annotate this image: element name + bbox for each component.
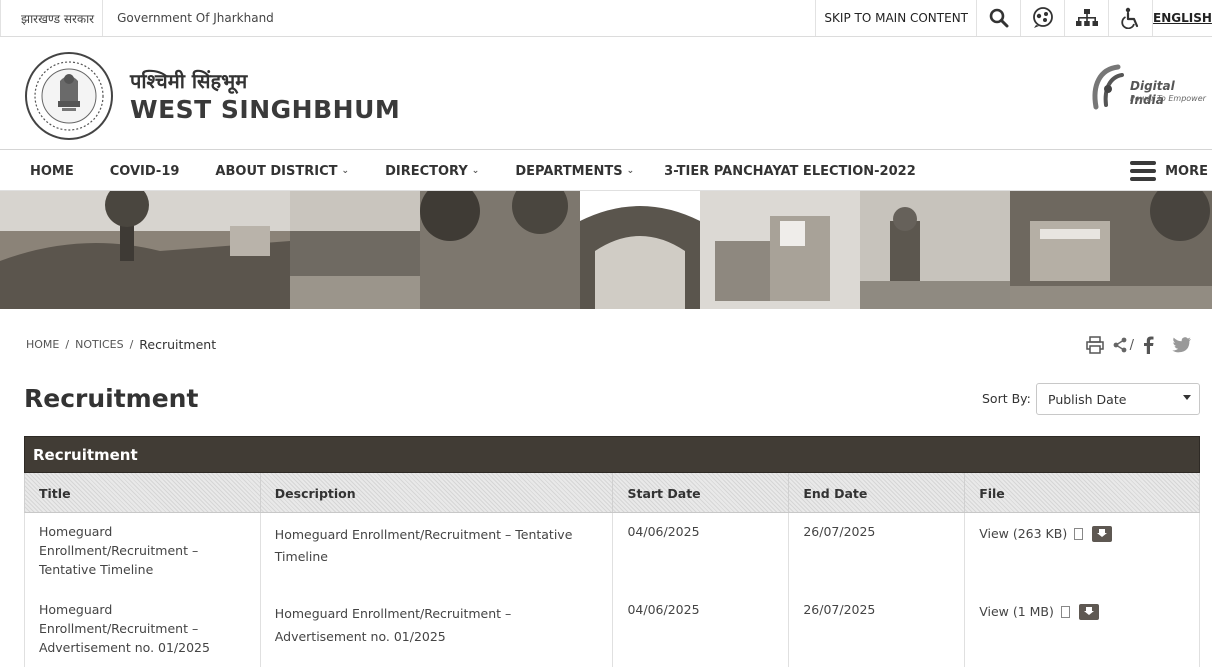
nav-item-label: HOME xyxy=(30,163,74,179)
govt-hindi-link[interactable]: झारखण्ड सरकार xyxy=(0,0,104,36)
view-file-link[interactable]: View (263 KB) xyxy=(979,524,1067,543)
sitemap-button[interactable] xyxy=(1064,0,1108,36)
page-title: Recruitment xyxy=(24,384,199,413)
digital-india-mark-icon xyxy=(1092,64,1124,110)
nav-item-label: ABOUT DISTRICT xyxy=(215,163,338,179)
nav-item-label: COVID-19 xyxy=(109,163,180,179)
digital-india-logo[interactable]: Digital India Power To Empower xyxy=(1088,63,1210,113)
view-file-link[interactable]: View (1 MB) xyxy=(979,602,1054,621)
search-icon xyxy=(989,8,1008,28)
digital-india-tagline: Power To Empower xyxy=(1130,94,1206,103)
cell-start-date: 04/06/2025 xyxy=(613,591,790,667)
sort-by-value: Publish Date xyxy=(1048,392,1127,407)
hamburger-icon xyxy=(1130,161,1157,181)
column-header-start-date: Start Date xyxy=(613,473,790,512)
district-title-english[interactable]: WEST SINGHBHUM xyxy=(130,95,400,124)
site-header: पश्चिमी सिंहभूम WEST SINGHBHUM Digital I… xyxy=(0,37,1212,150)
cell-file: View (263 KB) xyxy=(965,513,1200,591)
nav-item-covid-19[interactable]: COVID-19 xyxy=(92,151,198,191)
sort-by-label: Sort By: xyxy=(982,391,1031,406)
table-row: Homeguard Enrollment/Recruitment – Tenta… xyxy=(24,513,1200,591)
more-menu-button[interactable]: MORE xyxy=(1130,151,1208,191)
breadcrumb-separator: / xyxy=(65,338,70,351)
cell-title: Homeguard Enrollment/Recruitment – Tenta… xyxy=(25,513,261,591)
district-photo-banner xyxy=(0,191,1212,309)
nav-item-label: DEPARTMENTS xyxy=(515,163,623,179)
language-toggle[interactable]: ENGLISH xyxy=(1152,0,1212,36)
skip-to-main-content-link[interactable]: SKIP TO MAIN CONTENT xyxy=(815,0,976,36)
social-media-button[interactable] xyxy=(1020,0,1064,36)
cell-description: Homeguard Enrollment/Recruitment – Tenta… xyxy=(261,513,614,591)
cell-end-date: 26/07/2025 xyxy=(789,591,966,667)
cell-title: Homeguard Enrollment/Recruitment – Adver… xyxy=(25,591,261,667)
breadcrumb: HOME / NOTICES / Recruitment xyxy=(26,337,216,352)
sort-by-select[interactable]: Publish Date xyxy=(1036,383,1200,415)
table-header-row: Title Description Start Date End Date Fi… xyxy=(24,473,1200,513)
more-label: MORE xyxy=(1165,163,1208,179)
nav-item-home[interactable]: HOME xyxy=(12,151,92,191)
column-header-file: File xyxy=(965,473,1200,512)
govt-english-link[interactable]: Government Of Jharkhand xyxy=(103,0,282,36)
share-separator: / xyxy=(1129,337,1134,353)
print-icon[interactable] xyxy=(1085,336,1104,354)
download-icon[interactable] xyxy=(1078,603,1099,620)
breadcrumb-home-link[interactable]: HOME xyxy=(26,338,59,351)
recruitment-table: Recruitment Title Description Start Date… xyxy=(24,436,1200,667)
chevron-down-icon: ⌄ xyxy=(471,166,480,176)
facebook-icon[interactable] xyxy=(1142,336,1154,354)
accessibility-button[interactable] xyxy=(1108,0,1152,36)
nav-item-directory[interactable]: DIRECTORY ⌄ xyxy=(367,151,497,191)
nav-item-label: DIRECTORY xyxy=(385,163,468,179)
chevron-down-icon: ⌄ xyxy=(626,166,635,176)
social-media-icon xyxy=(1032,7,1053,28)
pdf-icon xyxy=(1074,527,1084,540)
column-header-title: Title xyxy=(25,473,261,512)
nav-item-departments[interactable]: DEPARTMENTS ⌄ xyxy=(497,151,652,191)
column-header-description: Description xyxy=(261,473,614,512)
top-utility-bar: झारखण्ड सरकार Government Of Jharkhand SK… xyxy=(0,0,1212,37)
accessibility-icon xyxy=(1120,7,1138,29)
table-caption: Recruitment xyxy=(24,436,1200,473)
search-button[interactable] xyxy=(976,0,1020,36)
sitemap-icon xyxy=(1075,9,1098,26)
breadcrumb-separator: / xyxy=(129,338,134,351)
download-icon[interactable] xyxy=(1092,525,1113,542)
caret-down-icon xyxy=(1183,395,1191,400)
nav-item-about-district[interactable]: ABOUT DISTRICT ⌄ xyxy=(197,151,367,191)
nav-item-label: 3-TIER PANCHAYAT ELECTION-2022 xyxy=(664,163,916,179)
district-title-hindi: पश्चिमी सिंहभूम xyxy=(130,69,248,93)
pdf-icon xyxy=(1060,605,1070,618)
breadcrumb-notices-link[interactable]: NOTICES xyxy=(75,338,123,351)
share-tools: / xyxy=(1085,336,1192,354)
government-labels: झारखण्ड सरकार Government Of Jharkhand xyxy=(0,0,282,36)
file-group: View (1 MB) xyxy=(979,602,1185,621)
breadcrumb-current: Recruitment xyxy=(139,337,217,352)
file-group: View (263 KB) xyxy=(979,524,1185,543)
share-icon[interactable] xyxy=(1112,337,1128,353)
cell-file: View (1 MB) xyxy=(965,591,1200,667)
cell-end-date: 26/07/2025 xyxy=(789,513,966,591)
cell-start-date: 04/06/2025 xyxy=(613,513,790,591)
main-navigation: HOME COVID-19 ABOUT DISTRICT ⌄ DIRECTORY ⌄… xyxy=(0,151,1212,191)
nav-item-panchayat-election[interactable]: 3-TIER PANCHAYAT ELECTION-2022 xyxy=(652,151,934,191)
twitter-icon[interactable] xyxy=(1172,337,1192,353)
utility-links: SKIP TO MAIN CONTENT ENGLISH xyxy=(815,0,1212,36)
chevron-down-icon: ⌄ xyxy=(341,166,350,176)
table-row: Homeguard Enrollment/Recruitment – Adver… xyxy=(24,591,1200,667)
cell-description: Homeguard Enrollment/Recruitment – Adver… xyxy=(261,591,614,667)
government-seal-logo[interactable] xyxy=(24,51,114,141)
column-header-end-date: End Date xyxy=(789,473,966,512)
